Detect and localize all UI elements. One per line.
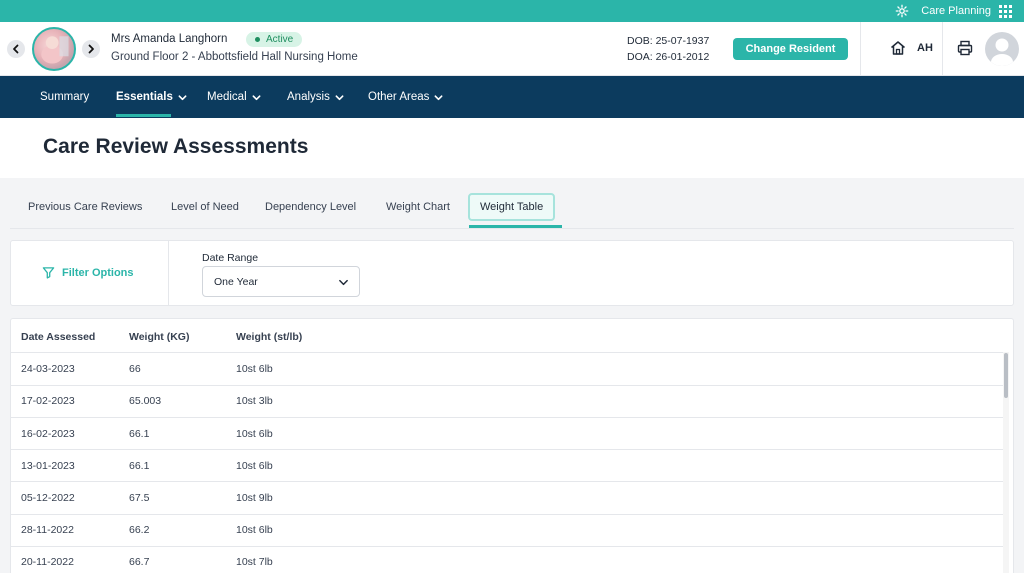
page-title: Care Review Assessments	[43, 135, 309, 158]
cell-date: 17-02-2023	[21, 395, 75, 407]
previous-resident-button[interactable]	[7, 40, 25, 58]
table-scrollbar-thumb[interactable]	[1004, 353, 1008, 398]
resident-location: Ground Floor 2 - Abbottsfield Hall Nursi…	[111, 51, 358, 63]
weight-table	[10, 318, 1014, 573]
row-divider	[10, 417, 1004, 418]
app-switcher-label[interactable]: Care Planning	[921, 5, 991, 17]
resident-header: Mrs Amanda Langhorn Active Ground Floor …	[0, 22, 1024, 76]
row-divider	[10, 514, 1004, 515]
user-avatar[interactable]	[985, 32, 1019, 66]
cell-weight-stlb: 10st 3lb	[236, 395, 273, 407]
nav-label: Other Areas	[368, 91, 430, 103]
home-icon[interactable]	[889, 39, 907, 57]
cell-weight-kg: 66.1	[129, 428, 150, 440]
tab-level-of-need[interactable]: Level of Need	[171, 193, 239, 221]
tab-dependency-level[interactable]: Dependency Level	[265, 193, 356, 221]
nav-medical[interactable]: Medical	[207, 76, 261, 118]
resident-dob: DOB: 25-07-1937	[627, 35, 710, 47]
cell-weight-kg: 66.7	[129, 556, 150, 568]
nav-label: Analysis	[287, 91, 330, 103]
filter-options-button[interactable]: Filter Options	[42, 266, 134, 279]
chevron-left-icon	[13, 44, 19, 54]
resident-name: Mrs Amanda Langhorn	[111, 33, 228, 45]
cell-date: 28-11-2022	[21, 524, 74, 536]
next-resident-button[interactable]	[82, 40, 100, 58]
cell-weight-kg: 66.2	[129, 524, 150, 536]
cell-date: 13-01-2023	[21, 460, 75, 472]
tab-weight-table[interactable]: Weight Table	[468, 193, 556, 221]
divider	[860, 22, 861, 76]
cell-weight-stlb: 10st 6lb	[236, 460, 273, 472]
column-header-weight-kg[interactable]: Weight (KG)	[129, 331, 189, 343]
cell-weight-stlb: 10st 7lb	[236, 556, 273, 568]
date-range-select[interactable]: One Year	[202, 266, 360, 297]
printer-icon[interactable]	[956, 39, 974, 57]
cell-weight-stlb: 10st 6lb	[236, 363, 273, 375]
nav-label: Essentials	[116, 91, 173, 103]
tabs-divider	[10, 228, 1014, 229]
cell-weight-kg: 67.5	[129, 492, 150, 504]
filter-icon	[42, 267, 55, 279]
nav-summary[interactable]: Summary	[40, 76, 89, 118]
main-navigation: Summary Essentials Medical Analysis Othe…	[0, 76, 1024, 118]
apps-grid-icon[interactable]	[999, 4, 1012, 18]
row-divider	[10, 449, 1004, 450]
cell-weight-kg: 66.1	[129, 460, 150, 472]
status-badge: Active	[246, 32, 303, 47]
divider	[168, 241, 169, 305]
cell-weight-kg: 66	[129, 363, 141, 375]
row-divider	[10, 352, 1004, 353]
gear-icon[interactable]	[895, 4, 909, 18]
cell-weight-stlb: 10st 6lb	[236, 524, 273, 536]
resident-avatar	[32, 27, 76, 71]
status-dot	[255, 37, 260, 42]
chevron-down-icon	[339, 279, 348, 286]
row-divider	[10, 481, 1004, 482]
resident-doa: DOA: 26-01-2012	[627, 51, 710, 63]
date-range-value: One Year	[214, 275, 258, 288]
nav-label: Summary	[40, 91, 90, 103]
divider	[942, 22, 943, 76]
column-header-weight-stlb[interactable]: Weight (st/lb)	[236, 331, 302, 343]
cell-date: 24-03-2023	[21, 363, 75, 375]
tab-previous-care-reviews[interactable]: Previous Care Reviews	[28, 193, 142, 221]
cell-weight-stlb: 10st 9lb	[236, 492, 273, 504]
chevron-down-icon	[178, 94, 187, 100]
column-header-date[interactable]: Date Assessed	[21, 331, 95, 343]
nav-label: Medical	[207, 91, 247, 103]
cell-date: 05-12-2022	[21, 492, 75, 504]
cell-date: 20-11-2022	[21, 556, 74, 568]
change-resident-button[interactable]: Change Resident	[733, 38, 848, 60]
nav-active-indicator	[116, 114, 171, 117]
tab-active-indicator	[469, 225, 562, 228]
user-initials[interactable]: AH	[917, 42, 933, 54]
cell-weight-stlb: 10st 6lb	[236, 428, 273, 440]
top-bar: Care Planning	[0, 0, 1024, 22]
row-divider	[10, 546, 1004, 547]
cell-date: 16-02-2023	[21, 428, 75, 440]
nav-other-areas[interactable]: Other Areas	[368, 76, 443, 118]
chevron-down-icon	[434, 94, 443, 100]
nav-analysis[interactable]: Analysis	[287, 76, 344, 118]
chevron-down-icon	[335, 94, 344, 100]
cell-weight-kg: 65.003	[129, 395, 162, 407]
filter-panel	[10, 240, 1014, 306]
nav-essentials[interactable]: Essentials	[116, 76, 187, 118]
status-label: Active	[266, 34, 294, 45]
chevron-right-icon	[88, 44, 94, 54]
chevron-down-icon	[252, 94, 261, 100]
tab-weight-chart[interactable]: Weight Chart	[386, 193, 450, 221]
row-divider	[10, 385, 1004, 386]
date-range-label: Date Range	[202, 252, 259, 264]
filter-options-label: Filter Options	[62, 266, 134, 279]
